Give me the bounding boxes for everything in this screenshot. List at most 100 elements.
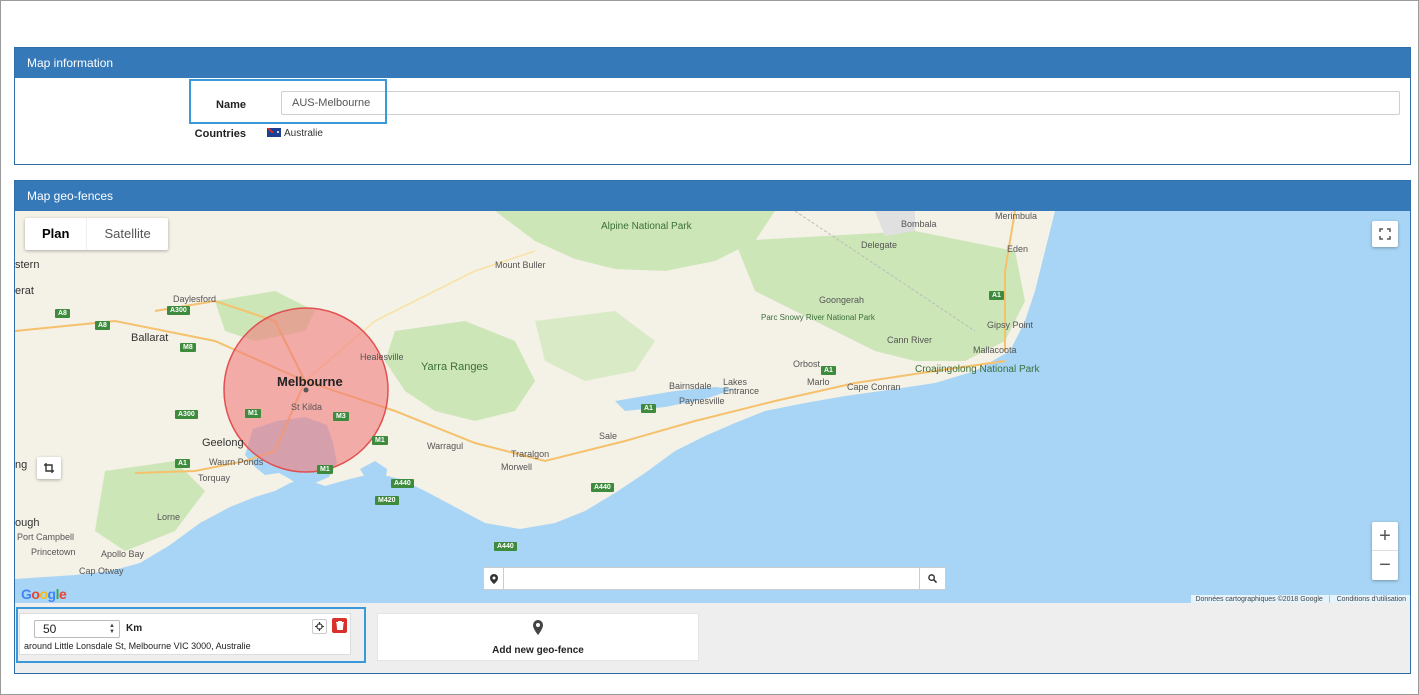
zoom-in-button[interactable]: + xyxy=(1372,522,1398,551)
road-shield: A8 xyxy=(95,321,110,330)
name-label: Name xyxy=(216,99,246,111)
radius-unit: Km xyxy=(126,623,143,634)
map-label-edge-4: ough xyxy=(15,517,40,529)
map-information-header: Map information xyxy=(15,48,1410,78)
map-label-sale: Sale xyxy=(599,431,618,441)
road-shield: M1 xyxy=(372,436,388,445)
crosshair-icon xyxy=(315,622,324,631)
fullscreen-button[interactable] xyxy=(1372,221,1398,247)
map-label-edge-3: ng xyxy=(15,459,28,471)
road-shield: A1 xyxy=(175,459,190,468)
map-pin-icon xyxy=(484,568,504,589)
map-label-edge-1: stern xyxy=(15,259,40,271)
map-label-lakes-entrance: Lakes Entrance xyxy=(723,377,760,396)
map-label-mount-buller: Mount Buller xyxy=(495,260,546,270)
map-label-geelong: Geelong xyxy=(202,437,244,449)
map-label-cann-river: Cann River xyxy=(887,335,933,345)
road-shield: M1 xyxy=(245,409,261,418)
map-terrain xyxy=(15,211,1055,579)
road-shield: A300 xyxy=(175,410,198,419)
map-label-croajingolong: Croajingolong National Park xyxy=(915,364,1040,375)
road-shield: M3 xyxy=(333,412,349,421)
map-label-healesville: Healesville xyxy=(360,352,404,362)
country-name: Australie xyxy=(284,128,323,139)
map-label-traralgon: Traralgon xyxy=(511,449,550,459)
map-type-toggle: Plan Satellite xyxy=(25,218,168,250)
radius-input[interactable]: 50 ▲ ▼ xyxy=(34,620,120,638)
map-marker-icon xyxy=(533,620,543,635)
map-label-alpine: Alpine National Park xyxy=(601,221,692,232)
map-data-credit: Données cartographiques ©2018 Google xyxy=(1195,596,1323,603)
zoom-control: + − xyxy=(1372,522,1398,580)
zoom-out-button[interactable]: − xyxy=(1372,551,1398,580)
road-shield: A1 xyxy=(989,291,1004,300)
australia-flag-icon xyxy=(267,128,281,137)
map-label-cap-otway: Cap Otway xyxy=(79,566,124,576)
map-label-parc-snowy: Parc Snowy River National Park xyxy=(761,313,875,322)
map-label-st-kilda: St Kilda xyxy=(291,402,323,412)
add-geofence-label: Add new geo-fence xyxy=(492,645,584,656)
map-label-cape-conran: Cape Conran xyxy=(847,382,901,392)
map-label-orbost: Orbost xyxy=(793,359,821,369)
terms-link[interactable]: Conditions d'utilisation xyxy=(1337,596,1406,603)
road-shield: M1 xyxy=(317,465,333,474)
name-input[interactable]: AUS-Melbourne xyxy=(281,91,1400,115)
map-label-warragul: Warragul xyxy=(427,441,464,451)
map-geofences-header: Map geo-fences xyxy=(15,181,1410,211)
locate-fence-button[interactable] xyxy=(312,619,327,634)
fence-address: around Little Lonsdale St, Melbourne VIC… xyxy=(24,641,251,651)
map-type-satellite-button[interactable]: Satellite xyxy=(86,218,167,250)
fullscreen-icon xyxy=(1379,228,1391,240)
draw-tool-button[interactable] xyxy=(37,457,61,479)
road-shield: A440 xyxy=(391,479,414,488)
map-label-lorne: Lorne xyxy=(157,512,181,522)
crop-icon xyxy=(44,463,54,473)
radius-value: 50 xyxy=(43,622,57,636)
geofence-card: 50 ▲ ▼ Km around Little Lonsdale St, Melb… xyxy=(19,613,351,655)
radius-stepper[interactable]: ▲ ▼ xyxy=(109,623,117,635)
map-label-paynesville: Paynesville xyxy=(679,396,725,406)
map-type-plan-button[interactable]: Plan xyxy=(25,218,86,250)
google-logo: Google xyxy=(21,586,67,602)
delete-fence-button[interactable] xyxy=(332,618,347,633)
map-label-eden: Eden xyxy=(1007,244,1029,254)
road-shield: A1 xyxy=(641,404,656,413)
map-attribution: Données cartographiques ©2018 Google | C… xyxy=(1191,595,1410,603)
country-value: Australie xyxy=(267,128,323,139)
road-shield: A8 xyxy=(55,309,70,318)
map-search-input[interactable] xyxy=(504,568,919,589)
map-label-mallacoota: Mallacoota xyxy=(973,345,1017,355)
add-geofence-button[interactable]: Add new geo-fence xyxy=(377,613,699,661)
map-label-bombala: Bombala xyxy=(901,219,937,229)
map-label-waurn-ponds: Waurn Ponds xyxy=(209,457,264,467)
trash-icon xyxy=(335,621,344,630)
road-shield: M420 xyxy=(375,496,399,505)
road-shield: A300 xyxy=(167,306,190,315)
map-label-goongerah: Goongerah xyxy=(819,295,865,305)
map-label-port-campbell: Port Campbell xyxy=(17,532,75,542)
map-label-gipsy-point: Gipsy Point xyxy=(987,320,1034,330)
map-view[interactable]: stern erat ng ough Ballarat Daylesford H… xyxy=(15,211,1410,603)
map-label-merimbula: Merimbula xyxy=(995,211,1038,221)
map-search-button[interactable] xyxy=(919,568,945,589)
map-label-edge-2: erat xyxy=(15,285,34,297)
map-label-yarra-ranges: Yarra Ranges xyxy=(421,361,489,373)
search-icon xyxy=(928,574,937,583)
geofence-list: 50 ▲ ▼ Km around Little Lonsdale St, Melb… xyxy=(15,603,1410,673)
map-information-panel: Map information Name AUS-Melbourne Count… xyxy=(14,47,1411,165)
map-label-delegate: Delegate xyxy=(861,240,898,250)
map-search-bar xyxy=(483,567,946,590)
map-label-princetown: Princetown xyxy=(31,547,76,557)
map-label-bairnsdale: Bairnsdale xyxy=(669,381,712,391)
map-label-ballarat: Ballarat xyxy=(131,332,169,344)
road-shield: A1 xyxy=(821,366,836,375)
map-label-melbourne: Melbourne xyxy=(277,374,343,389)
map-label-torquay: Torquay xyxy=(198,473,231,483)
road-shield: A440 xyxy=(591,483,614,492)
map-label-marlo: Marlo xyxy=(807,377,830,387)
map-label-morwell: Morwell xyxy=(501,462,533,472)
road-shield: M8 xyxy=(180,343,196,352)
map-geofences-panel: Map geo-fences stern erat ng ough Ballar… xyxy=(14,180,1411,674)
map-label-daylesford: Daylesford xyxy=(173,294,217,304)
road-shield: A440 xyxy=(494,542,517,551)
